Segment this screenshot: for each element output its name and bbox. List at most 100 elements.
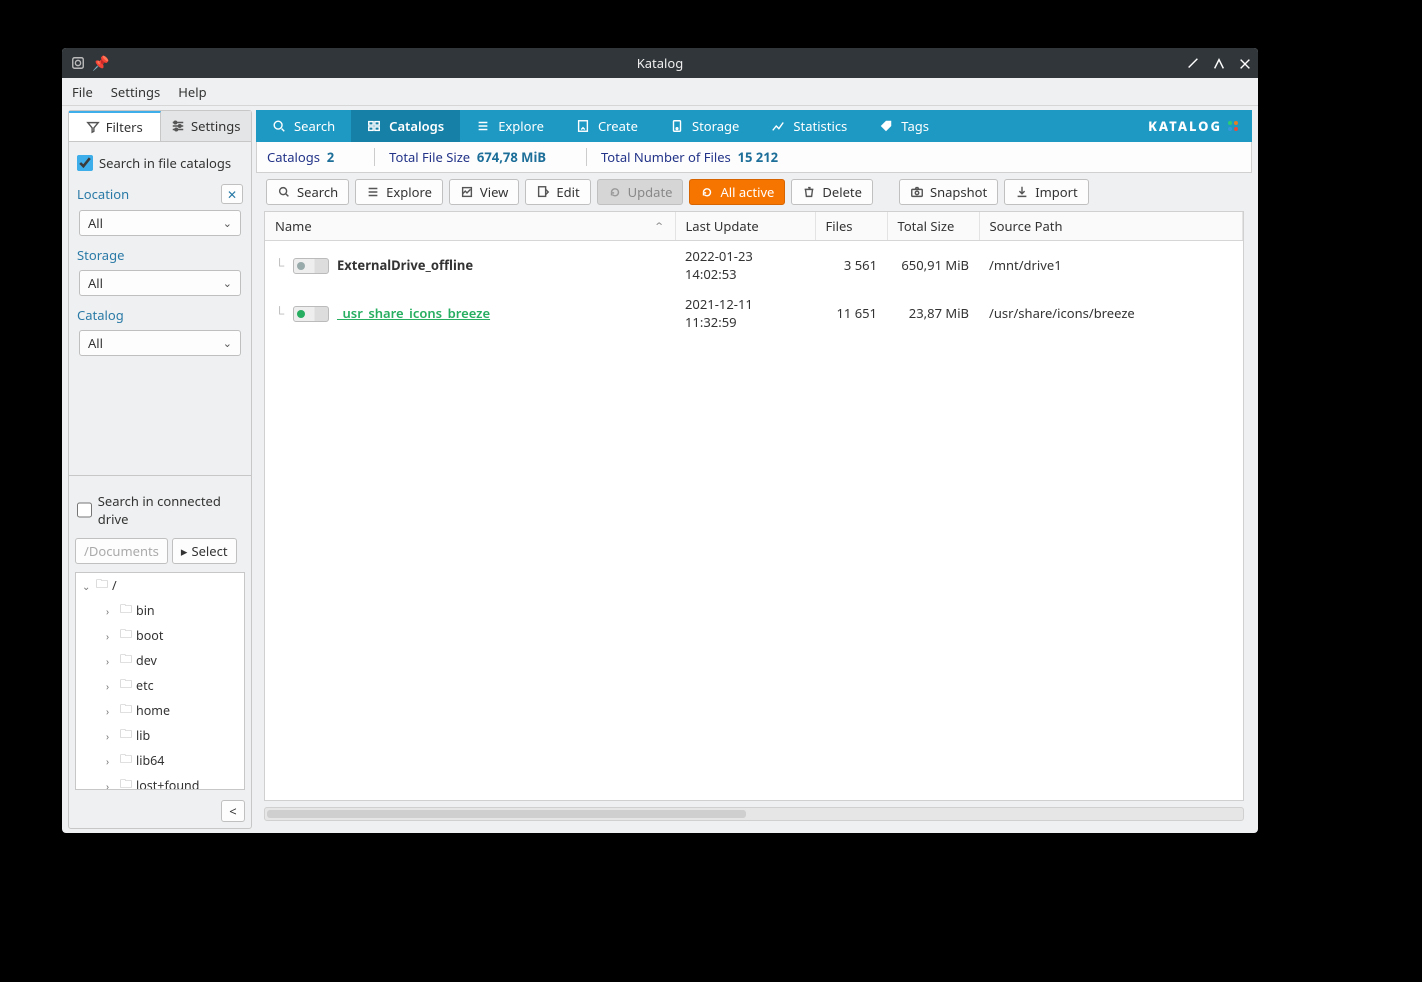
- stat-catalogs-label: Catalogs: [267, 148, 320, 166]
- cell-last-update: 2021-12-11 11:32:59: [675, 289, 815, 337]
- search-catalogs-label: Search in file catalogs: [99, 154, 231, 172]
- nav-tags-label: Tags: [901, 117, 929, 135]
- nav-statistics[interactable]: Statistics: [755, 110, 863, 142]
- tree-node[interactable]: › 🗀 etc: [76, 673, 244, 698]
- col-last[interactable]: Last Update: [675, 212, 815, 241]
- toolbar-view-label: View: [480, 183, 508, 201]
- nav-catalogs[interactable]: Catalogs: [351, 110, 460, 142]
- col-files[interactable]: Files: [815, 212, 887, 241]
- status-indicator: [293, 258, 329, 274]
- tree-node-label: lib: [136, 727, 150, 744]
- tree-node[interactable]: ⌄ 🗀 /: [76, 573, 244, 598]
- catalog-name[interactable]: ExternalDrive_offline: [337, 256, 473, 274]
- toolbar-update-button[interactable]: Update: [597, 179, 684, 205]
- folder-icon: 🗀: [120, 775, 132, 790]
- minimize-button[interactable]: [1186, 54, 1200, 73]
- pin-icon[interactable]: 📌: [92, 54, 109, 73]
- nav-statistics-label: Statistics: [793, 117, 847, 135]
- directory-tree[interactable]: ⌄ 🗀 /› 🗀 bin› 🗀 boot› 🗀 dev› 🗀 etc› 🗀 ho…: [75, 572, 245, 790]
- catalog-combo[interactable]: All ⌄: [79, 330, 241, 356]
- nav-tags[interactable]: Tags: [863, 110, 945, 142]
- toolbar: Search Explore View Edit Update All acti…: [256, 173, 1252, 211]
- search-catalogs-input[interactable]: [77, 155, 93, 171]
- col-name-label: Name: [275, 217, 312, 235]
- tree-toggle-icon[interactable]: ›: [106, 779, 116, 791]
- nav-catalogs-label: Catalogs: [389, 117, 444, 135]
- storage-combo-value: All: [88, 274, 103, 292]
- search-catalogs-checkbox[interactable]: Search in file catalogs: [75, 150, 245, 176]
- menu-settings[interactable]: Settings: [111, 83, 160, 101]
- chevron-down-icon: ⌄: [223, 336, 232, 351]
- tree-node-label: boot: [136, 627, 163, 644]
- maximize-button[interactable]: [1212, 54, 1226, 73]
- nav-create[interactable]: Create: [560, 110, 654, 142]
- folder-icon: 🗀: [120, 650, 132, 671]
- folder-icon: 🗀: [120, 625, 132, 646]
- tree-toggle-icon[interactable]: ›: [106, 704, 116, 718]
- nav-storage[interactable]: Storage: [654, 110, 755, 142]
- horizontal-scrollbar[interactable]: [264, 807, 1244, 821]
- tree-toggle-icon[interactable]: ›: [106, 729, 116, 743]
- tree-node[interactable]: › 🗀 bin: [76, 598, 244, 623]
- tree-toggle-icon[interactable]: ›: [106, 604, 116, 618]
- tree-node[interactable]: › 🗀 home: [76, 698, 244, 723]
- search-drive-checkbox[interactable]: Search in connected drive: [75, 488, 245, 532]
- location-group-label: Location: [77, 185, 129, 203]
- side-tab-settings[interactable]: Settings: [161, 111, 252, 141]
- toolbar-import-button[interactable]: Import: [1004, 179, 1088, 205]
- nav-explore[interactable]: Explore: [460, 110, 560, 142]
- catalog-name[interactable]: _usr_share_icons_breeze: [337, 304, 490, 322]
- select-path-label: Select: [191, 542, 227, 560]
- table-row[interactable]: └ExternalDrive_offline2022-01-23 14:02:5…: [265, 241, 1243, 290]
- tree-node[interactable]: › 🗀 boot: [76, 623, 244, 648]
- tree-toggle-icon[interactable]: ›: [106, 654, 116, 668]
- tree-toggle-icon[interactable]: ›: [106, 629, 116, 643]
- location-combo[interactable]: All ⌄: [79, 210, 241, 236]
- col-source[interactable]: Source Path: [979, 212, 1243, 241]
- toolbar-explore-button[interactable]: Explore: [355, 179, 443, 205]
- location-reset-button[interactable]: ✕: [221, 184, 243, 204]
- side-tab-filters[interactable]: Filters: [69, 111, 161, 141]
- stat-catalogs-value: 2: [327, 148, 334, 166]
- scrollbar-thumb[interactable]: [267, 810, 746, 818]
- search-drive-input[interactable]: [77, 502, 92, 518]
- toolbar-edit-button[interactable]: Edit: [525, 179, 590, 205]
- col-name[interactable]: Name: [265, 212, 675, 241]
- col-size[interactable]: Total Size: [887, 212, 979, 241]
- tree-node[interactable]: › 🗀 lib64: [76, 748, 244, 773]
- close-button[interactable]: [1238, 54, 1252, 73]
- col-source-label: Source Path: [990, 217, 1063, 235]
- toolbar-import-label: Import: [1035, 183, 1077, 201]
- storage-combo[interactable]: All ⌄: [79, 270, 241, 296]
- toolbar-view-button[interactable]: View: [449, 179, 519, 205]
- path-input-value: /Documents: [84, 542, 159, 560]
- tree-node[interactable]: › 🗀 lib: [76, 723, 244, 748]
- toolbar-allactive-button[interactable]: All active: [689, 179, 785, 205]
- stat-filecount-label: Total Number of Files: [601, 148, 731, 166]
- nav-search-label: Search: [294, 117, 335, 135]
- tree-toggle-icon[interactable]: ›: [106, 754, 116, 768]
- folder-icon: 🗀: [120, 600, 132, 621]
- tree-toggle-icon[interactable]: ›: [106, 679, 116, 693]
- toolbar-snapshot-button[interactable]: Snapshot: [899, 179, 998, 205]
- chevron-down-icon: ⌄: [223, 276, 232, 291]
- col-files-label: Files: [826, 217, 853, 235]
- path-input[interactable]: /Documents: [75, 538, 168, 564]
- toolbar-delete-button[interactable]: Delete: [791, 179, 873, 205]
- catalog-table: Name Last Update Files Total Size Source…: [265, 212, 1243, 337]
- cell-source: /mnt/drive1: [979, 241, 1243, 290]
- collapse-sidepane-button[interactable]: <: [221, 800, 245, 822]
- tree-node[interactable]: › 🗀 lost+found: [76, 773, 244, 790]
- tree-node[interactable]: › 🗀 dev: [76, 648, 244, 673]
- menu-file[interactable]: File: [72, 83, 93, 101]
- tree-toggle-icon[interactable]: ⌄: [82, 579, 92, 593]
- select-path-button[interactable]: ▸ Select: [172, 538, 237, 564]
- nav-search[interactable]: Search: [256, 110, 351, 142]
- table-row[interactable]: └_usr_share_icons_breeze2021-12-11 11:32…: [265, 289, 1243, 337]
- menu-help[interactable]: Help: [178, 83, 206, 101]
- toolbar-search-button[interactable]: Search: [266, 179, 349, 205]
- cell-last-update: 2022-01-23 14:02:53: [675, 241, 815, 290]
- toolbar-explore-label: Explore: [386, 183, 432, 201]
- app-icon: [70, 55, 86, 71]
- folder-icon: 🗀: [120, 750, 132, 771]
